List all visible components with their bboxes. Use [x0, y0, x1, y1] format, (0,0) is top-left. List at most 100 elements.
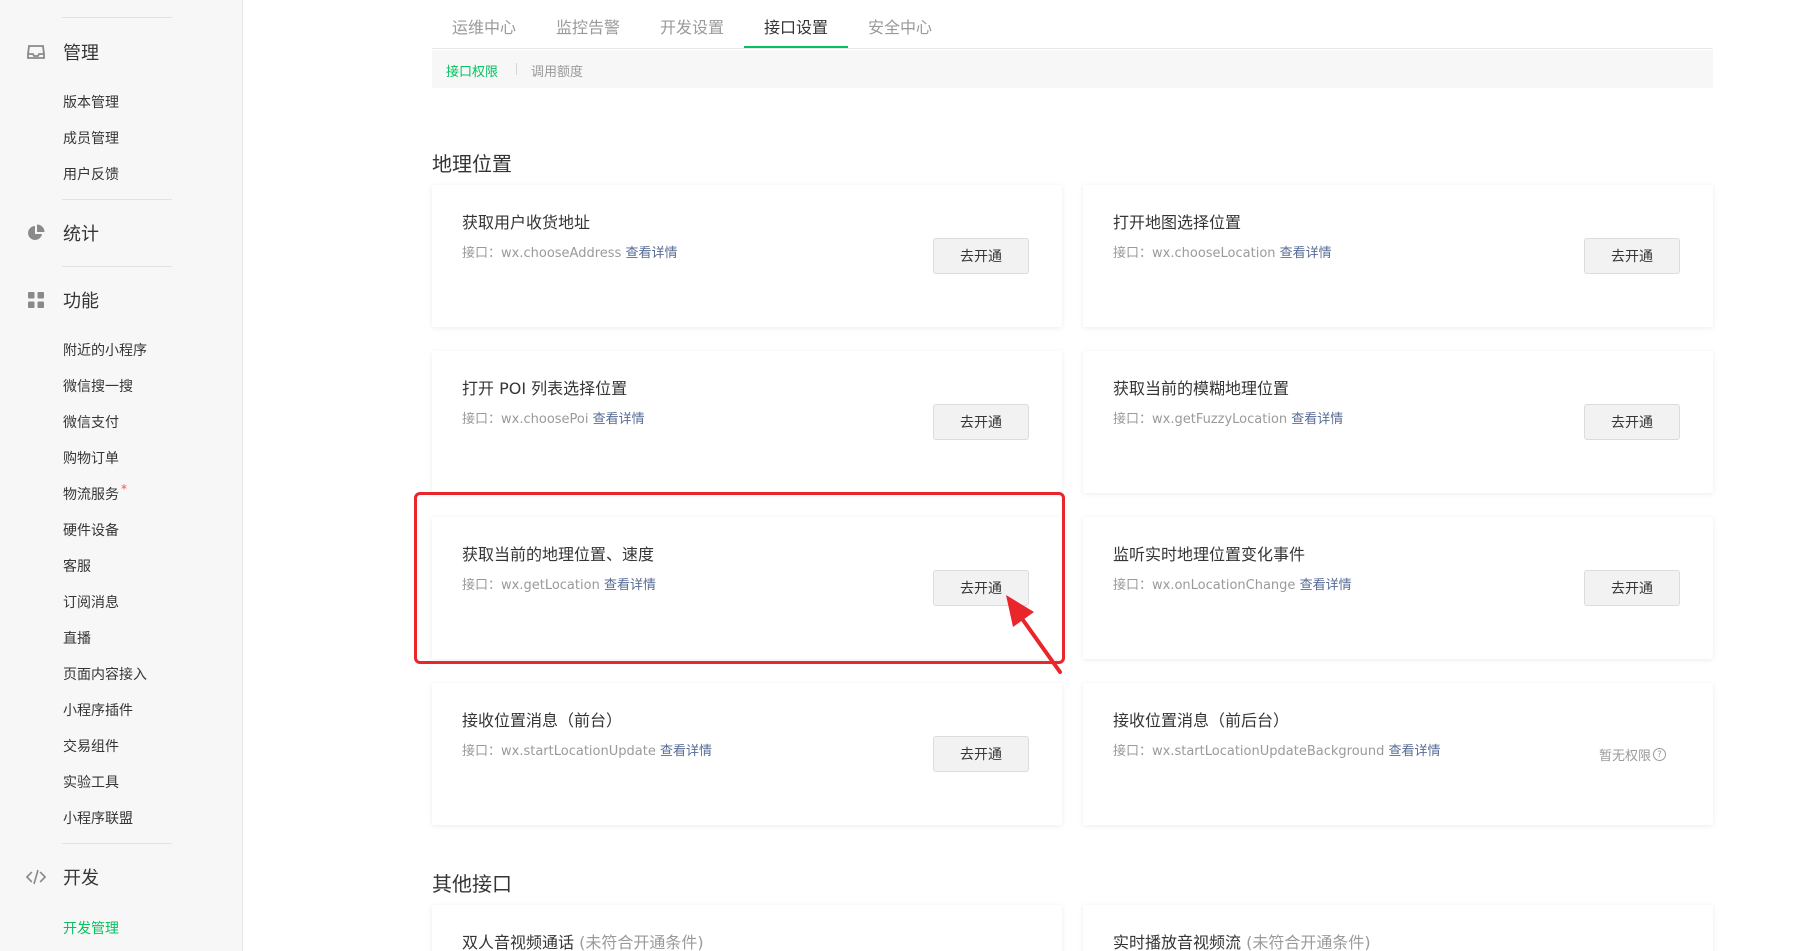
sidebar-divider [62, 199, 172, 200]
section-title-other: 其他接口 [432, 872, 512, 896]
enable-button[interactable]: 去开通 [933, 570, 1029, 606]
sidebar-item-feedback[interactable]: 用户反馈 [63, 164, 119, 184]
api-name: wx.getFuzzyLocation [1152, 412, 1288, 427]
api-prefix: 接口： [462, 412, 502, 427]
sidebar-item-live[interactable]: 直播 [63, 628, 91, 648]
tab-api-settings[interactable]: 接口设置 [764, 14, 828, 38]
enable-button[interactable]: 去开通 [1584, 238, 1680, 274]
subtab-api-permissions[interactable]: 接口权限 [446, 61, 498, 80]
api-card-title: 接收位置消息（前后台） [1113, 711, 1290, 730]
section-title-geo: 地理位置 [432, 152, 512, 176]
enable-button[interactable]: 去开通 [933, 404, 1029, 440]
sub-tabs: 接口权限 调用额度 [432, 50, 1713, 88]
sidebar-group-title: 开发 [63, 868, 99, 889]
enable-button[interactable]: 去开通 [1584, 404, 1680, 440]
api-card-title: 接收位置消息（前台） [462, 711, 623, 730]
api-card: 双人音视频通话 (未符合开通条件) [432, 905, 1062, 951]
sidebar-item-plugins[interactable]: 小程序插件 [63, 700, 133, 720]
sidebar-item-customer-service[interactable]: 客服 [63, 556, 91, 576]
api-name: wx.onLocationChange [1152, 578, 1296, 593]
sidebar-item-trade-component[interactable]: 交易组件 [63, 736, 119, 756]
subtab-call-quota[interactable]: 调用额度 [531, 61, 583, 80]
api-card: 接收位置消息（前后台） 接口：wx.startLocationUpdateBac… [1083, 683, 1713, 825]
ineligible-note: (未符合开通条件) [579, 933, 704, 951]
api-name: wx.choosePoi [501, 412, 589, 427]
api-name: wx.chooseLocation [1152, 246, 1276, 261]
sidebar-item-alliance[interactable]: 小程序联盟 [63, 808, 133, 828]
api-card-title: 获取当前的地理位置、速度 [462, 545, 655, 564]
sidebar-item-content-access[interactable]: 页面内容接入 [63, 664, 147, 684]
api-card: 获取当前的地理位置、速度 接口：wx.getLocation 查看详情 去开通 [432, 517, 1062, 659]
api-name: wx.getLocation [501, 578, 600, 593]
enable-button[interactable]: 去开通 [933, 736, 1029, 772]
sidebar-item-members[interactable]: 成员管理 [63, 128, 119, 148]
view-details-link[interactable]: 查看详情 [1291, 412, 1343, 427]
view-details-link[interactable]: 查看详情 [593, 412, 645, 427]
api-card-title: 打开地图选择位置 [1113, 213, 1242, 232]
tab-security[interactable]: 安全中心 [868, 14, 932, 38]
view-details-link[interactable]: 查看详情 [1389, 744, 1441, 759]
sidebar-group-develop[interactable]: 开发 [0, 862, 243, 892]
api-card: 打开 POI 列表选择位置 接口：wx.choosePoi 查看详情 去开通 [432, 351, 1062, 493]
sidebar-item-version[interactable]: 版本管理 [63, 92, 119, 112]
api-card-title: 双人音视频通话 (未符合开通条件) [462, 929, 704, 951]
api-prefix: 接口： [1113, 246, 1153, 261]
api-card-desc: 接口：wx.startLocationUpdate 查看详情 [462, 740, 712, 759]
sidebar-group-title: 统计 [63, 224, 99, 245]
sidebar-group-title: 管理 [63, 43, 99, 64]
sidebar-divider [62, 266, 172, 267]
api-card: 获取用户收货地址 接口：wx.chooseAddress 查看详情 去开通 [432, 185, 1062, 327]
sidebar-item-search[interactable]: 微信搜一搜 [63, 376, 133, 396]
api-card-desc: 接口：wx.startLocationUpdateBackground 查看详情 [1113, 740, 1441, 759]
sidebar: 管理 版本管理 成员管理 用户反馈 统计 功能 附近的小程序 微信搜一搜 微信支… [0, 0, 243, 951]
view-details-link[interactable]: 查看详情 [1300, 578, 1352, 593]
no-permission-status: 暂无权限? [1599, 745, 1667, 764]
sidebar-group-manage[interactable]: 管理 [0, 37, 243, 67]
api-prefix: 接口： [1113, 578, 1153, 593]
api-card: 打开地图选择位置 接口：wx.chooseLocation 查看详情 去开通 [1083, 185, 1713, 327]
view-details-link[interactable]: 查看详情 [1280, 246, 1332, 261]
api-card-desc: 接口：wx.getLocation 查看详情 [462, 574, 656, 593]
sidebar-item-nearby[interactable]: 附近的小程序 [63, 340, 147, 360]
tab-ops-center[interactable]: 运维中心 [452, 14, 516, 38]
sidebar-group-features[interactable]: 功能 [0, 285, 243, 315]
sidebar-item-orders[interactable]: 购物订单 [63, 448, 119, 468]
subtab-divider [516, 63, 517, 75]
code-icon [26, 867, 46, 887]
pie-chart-icon [26, 223, 46, 243]
api-prefix: 接口： [462, 578, 502, 593]
api-card-title: 获取当前的模糊地理位置 [1113, 379, 1290, 398]
api-card-title: 实时播放音视频流 (未符合开通条件) [1113, 929, 1371, 951]
sidebar-divider [62, 843, 172, 844]
sidebar-item-lab[interactable]: 实验工具 [63, 772, 119, 792]
api-card-desc: 接口：wx.chooseAddress 查看详情 [462, 242, 677, 261]
view-details-link[interactable]: 查看详情 [660, 744, 712, 759]
view-details-link[interactable]: 查看详情 [604, 578, 656, 593]
api-card-title: 监听实时地理位置变化事件 [1113, 545, 1306, 564]
api-name: wx.chooseAddress [501, 246, 622, 261]
api-card-title: 打开 POI 列表选择位置 [462, 379, 628, 398]
tab-dev-settings[interactable]: 开发设置 [660, 14, 724, 38]
sidebar-group-stats[interactable]: 统计 [0, 218, 243, 248]
sidebar-item-hardware[interactable]: 硬件设备 [63, 520, 119, 540]
api-name: wx.startLocationUpdateBackground [1152, 744, 1385, 759]
enable-button[interactable]: 去开通 [1584, 570, 1680, 606]
tab-monitoring[interactable]: 监控告警 [556, 14, 620, 38]
api-prefix: 接口： [1113, 412, 1153, 427]
sidebar-item-pay[interactable]: 微信支付 [63, 412, 119, 432]
sidebar-item-label: 物流服务 [63, 487, 119, 503]
new-badge: * [121, 482, 127, 496]
sidebar-item-dev-manage[interactable]: 开发管理 [63, 918, 119, 938]
api-card-title-text: 双人音视频通话 [462, 933, 575, 951]
view-details-link[interactable]: 查看详情 [625, 246, 677, 261]
help-icon[interactable]: ? [1653, 748, 1667, 761]
enable-button[interactable]: 去开通 [933, 238, 1029, 274]
api-name: wx.startLocationUpdate [501, 744, 656, 759]
sidebar-item-subscribe[interactable]: 订阅消息 [63, 592, 119, 612]
sidebar-group-title: 功能 [63, 291, 99, 312]
sidebar-item-logistics[interactable]: 物流服务 * [63, 482, 127, 504]
api-card-desc: 接口：wx.chooseLocation 查看详情 [1113, 242, 1332, 261]
api-card: 接收位置消息（前台） 接口：wx.startLocationUpdate 查看详… [432, 683, 1062, 825]
grid-icon [26, 290, 46, 310]
api-prefix: 接口： [462, 246, 502, 261]
